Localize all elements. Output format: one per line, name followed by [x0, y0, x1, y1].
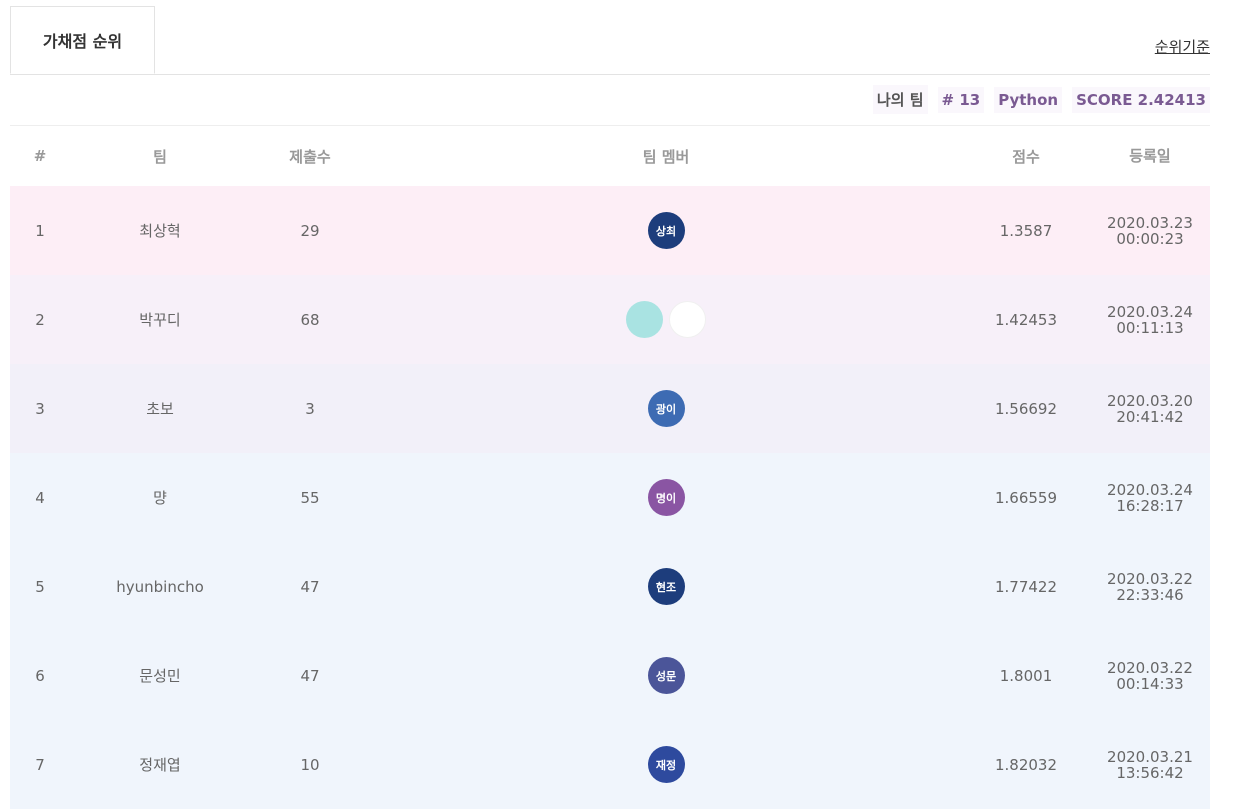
row-rank: 4 [35, 488, 45, 507]
my-team-score: SCORE 2.42413 [1072, 86, 1210, 113]
row-score: 1.56692 [994, 399, 1058, 418]
row-time: 00:14:33 [1116, 674, 1184, 693]
row-members: 성문 [370, 657, 962, 694]
row-team-name[interactable]: 먕 [70, 487, 250, 508]
member-avatar[interactable]: 광이 [647, 390, 685, 427]
row-registered-date: 2020.03.23 00:00:23 [1090, 215, 1210, 247]
row-registered-date: 2020.03.24 16:28:17 [1090, 482, 1210, 514]
row-score: 1.77422 [994, 577, 1058, 596]
row-score: 1.66559 [994, 488, 1058, 507]
row-submissions: 47 [300, 666, 320, 685]
my-team-label: 나의 팀 [872, 85, 928, 114]
row-score: 1.82032 [994, 755, 1058, 774]
row-team-name[interactable]: 정재엽 [70, 754, 250, 775]
header-score: 점수 [1012, 147, 1040, 166]
member-avatar[interactable] [626, 301, 663, 338]
row-submissions: 68 [300, 310, 320, 329]
row-team-name[interactable]: 초보 [70, 398, 250, 419]
row-time: 22:33:46 [1116, 585, 1184, 604]
row-date: 2020.03.24 [1107, 302, 1193, 321]
leaderboard-page: 가채점 순위 순위기준 나의 팀 # 13 Python SCORE 2.424… [0, 0, 1240, 811]
row-score: 1.8001 [999, 666, 1053, 685]
row-members: 명이 [370, 479, 962, 516]
row-date: 2020.03.23 [1107, 213, 1193, 232]
header-team: 팀 [153, 147, 167, 166]
row-time: 13:56:42 [1116, 763, 1184, 782]
table-row[interactable]: 7 정재엽 10 재정 1.82032 2020.03.21 13:56:42 [10, 720, 1210, 809]
row-members: 상최 [370, 212, 962, 249]
row-date: 2020.03.21 [1107, 747, 1193, 766]
my-team-rank: # 13 [937, 86, 985, 113]
header-submissions: 제출수 [289, 147, 331, 166]
row-date: 2020.03.22 [1107, 569, 1193, 588]
my-team-bar: 나의 팀 # 13 Python SCORE 2.42413 [10, 74, 1210, 126]
row-members: 재정 [370, 746, 962, 783]
row-date: 2020.03.24 [1107, 480, 1193, 499]
member-avatar[interactable]: 성문 [647, 657, 685, 694]
ranking-criteria-link[interactable]: 순위기준 [1155, 36, 1210, 57]
member-avatar[interactable] [669, 301, 706, 338]
member-avatar[interactable]: 명이 [647, 479, 685, 516]
tab-provisional-ranking[interactable]: 가채점 순위 [10, 6, 155, 74]
table-row[interactable]: 1 최상혁 29 상최 1.3587 2020.03.23 00:00:23 [10, 186, 1210, 275]
row-members [370, 301, 962, 338]
row-registered-date: 2020.03.24 00:11:13 [1090, 304, 1210, 336]
table-row[interactable]: 2 박꾸디 68 1.42453 2020.03.24 00:11:13 [10, 275, 1210, 364]
member-avatar[interactable]: 재정 [647, 746, 685, 783]
row-score: 1.42453 [994, 310, 1058, 329]
row-submissions: 3 [305, 399, 315, 418]
row-time: 20:41:42 [1116, 407, 1184, 426]
row-rank: 2 [35, 310, 45, 329]
row-registered-date: 2020.03.21 13:56:42 [1090, 749, 1210, 781]
row-score: 1.3587 [999, 221, 1053, 240]
table-header: # 팀 제출수 팀 멤버 점수 등록일 [10, 126, 1210, 186]
table-row[interactable]: 5 hyunbincho 47 현조 1.77422 2020.03.22 22:33:46 [10, 542, 1210, 631]
row-registered-date: 2020.03.22 22:33:46 [1090, 571, 1210, 603]
row-members: 광이 [370, 390, 962, 427]
my-team-language: Python [994, 86, 1063, 113]
row-time: 00:11:13 [1116, 318, 1184, 337]
row-rank: 3 [35, 399, 45, 418]
row-submissions: 10 [300, 755, 320, 774]
row-submissions: 55 [300, 488, 320, 507]
header-members: 팀 멤버 [642, 147, 690, 166]
row-team-name[interactable]: hyunbincho [70, 578, 250, 596]
header-rank: # [33, 147, 47, 165]
row-submissions: 29 [300, 221, 320, 240]
row-team-name[interactable]: 최상혁 [70, 220, 250, 241]
row-team-name[interactable]: 문성민 [70, 665, 250, 686]
table-row[interactable]: 4 먕 55 명이 1.66559 2020.03.24 16:28:17 [10, 453, 1210, 542]
table-body: 1 최상혁 29 상최 1.3587 2020.03.23 00:00:23 2 박꾸디 68 1.… [10, 186, 1210, 809]
row-rank: 6 [35, 666, 45, 685]
row-date: 2020.03.22 [1107, 658, 1193, 677]
leaderboard-table: # 팀 제출수 팀 멤버 점수 등록일 1 최상혁 29 상최 1.3587 2020.0… [10, 126, 1210, 809]
row-rank: 1 [35, 221, 45, 240]
row-registered-date: 2020.03.22 00:14:33 [1090, 660, 1210, 692]
row-time: 16:28:17 [1116, 496, 1184, 515]
member-avatar[interactable]: 상최 [647, 212, 685, 249]
row-submissions: 47 [300, 577, 320, 596]
row-registered-date: 2020.03.20 20:41:42 [1090, 393, 1210, 425]
row-date: 2020.03.20 [1107, 391, 1193, 410]
row-team-name[interactable]: 박꾸디 [70, 309, 250, 330]
row-rank: 7 [35, 755, 45, 774]
header-date: 등록일 [1129, 147, 1171, 165]
tab-bar: 가채점 순위 순위기준 [10, 0, 1210, 75]
row-members: 현조 [370, 568, 962, 605]
table-row[interactable]: 3 초보 3 광이 1.56692 2020.03.20 20:41:42 [10, 364, 1210, 453]
member-avatar[interactable]: 현조 [647, 568, 685, 605]
row-time: 00:00:23 [1116, 229, 1184, 248]
row-rank: 5 [35, 577, 45, 596]
table-row[interactable]: 6 문성민 47 성문 1.8001 2020.03.22 00:14:33 [10, 631, 1210, 720]
